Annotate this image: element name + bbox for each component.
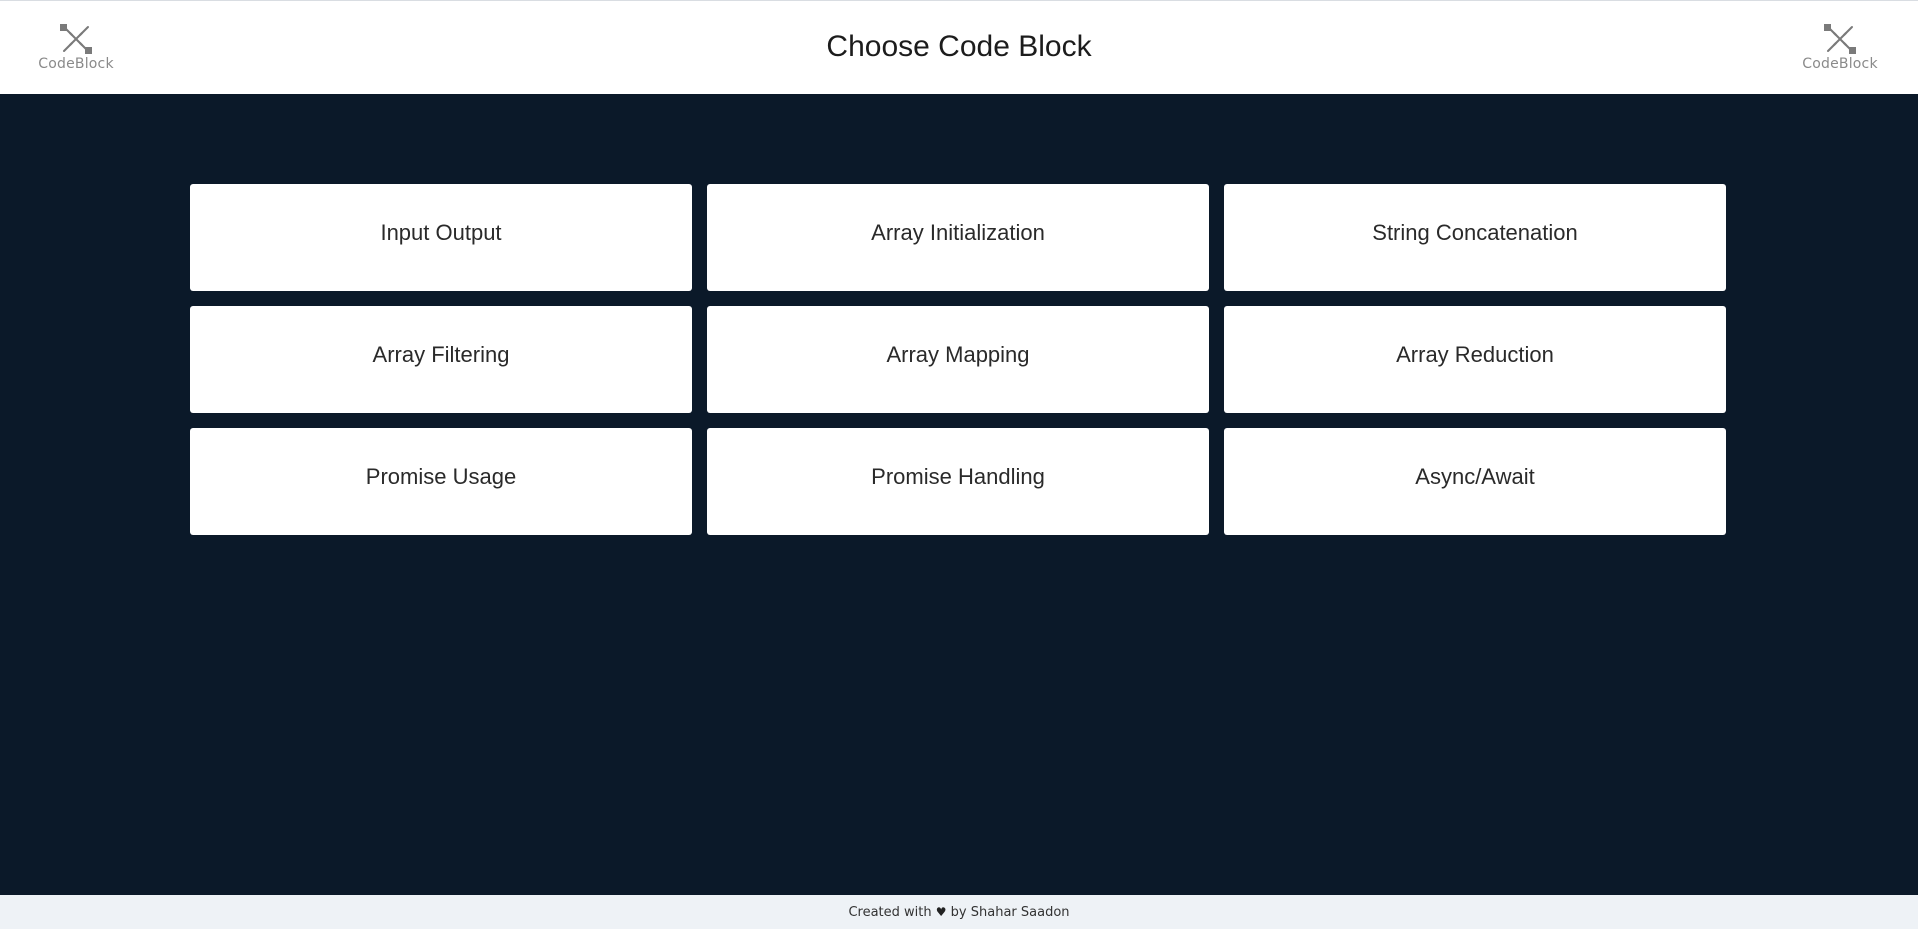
codeblock-logo-right[interactable]: CodeBlock <box>1802 23 1878 73</box>
codeblock-logo-icon <box>1824 24 1856 54</box>
footer-prefix: Created with <box>848 905 932 920</box>
page-footer: Created with ♥ by Shahar Saadon <box>0 895 1918 929</box>
logo-text: CodeBlock <box>1802 56 1878 72</box>
code-block-card-array-reduction[interactable]: Array Reduction <box>1224 306 1726 413</box>
code-block-card-promise-usage[interactable]: Promise Usage <box>190 428 692 535</box>
code-block-card-input-output[interactable]: Input Output <box>190 184 692 291</box>
code-block-card-array-initialization[interactable]: Array Initialization <box>707 184 1209 291</box>
footer-author: by Shahar Saadon <box>950 905 1070 920</box>
code-block-card-string-concatenation[interactable]: String Concatenation <box>1224 184 1726 291</box>
main-content: Input Output Array Initialization String… <box>0 94 1918 895</box>
app-header: CodeBlock Choose Code Block CodeBlock <box>0 0 1918 94</box>
code-block-grid: Input Output Array Initialization String… <box>190 184 1727 535</box>
code-block-card-array-mapping[interactable]: Array Mapping <box>707 306 1209 413</box>
page-title: Choose Code Block <box>826 30 1092 63</box>
code-block-card-async-await[interactable]: Async/Await <box>1224 428 1726 535</box>
code-block-card-array-filtering[interactable]: Array Filtering <box>190 306 692 413</box>
heart-icon: ♥ <box>935 905 947 919</box>
code-block-card-promise-handling[interactable]: Promise Handling <box>707 428 1209 535</box>
